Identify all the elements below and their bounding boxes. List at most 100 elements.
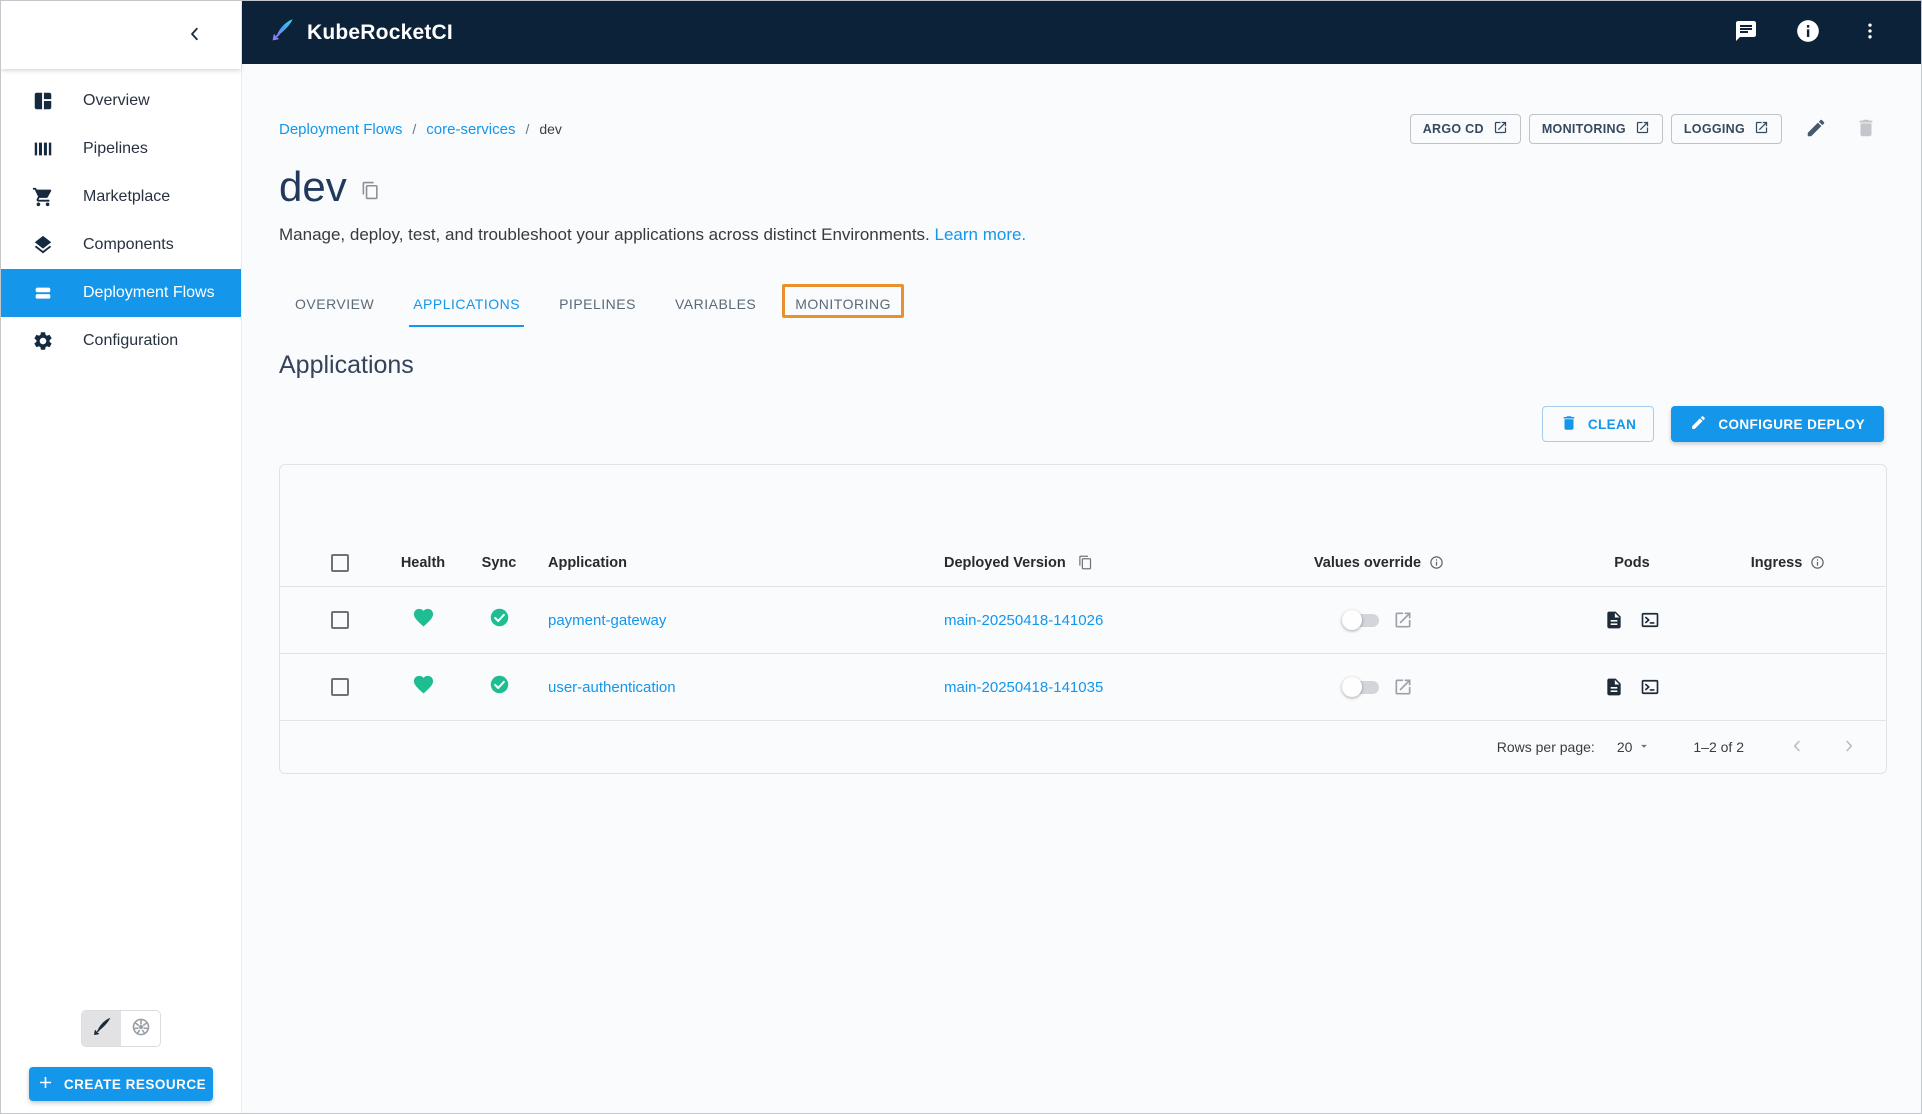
health-cell — [384, 673, 462, 701]
main-content: Deployment Flows / core-services / dev A… — [242, 64, 1921, 1113]
page-description: Manage, deploy, test, and troubleshoot y… — [279, 225, 1884, 245]
overflow-menu-button[interactable] — [1853, 16, 1887, 50]
chevron-left-icon — [1788, 737, 1806, 758]
tab-pipelines[interactable]: PIPELINES — [555, 281, 640, 327]
deployed-version-link[interactable]: main-20250418-141035 — [944, 679, 1103, 696]
tab-applications[interactable]: APPLICATIONS — [409, 281, 524, 327]
sidebar-item-components[interactable]: Components — [1, 221, 241, 269]
chat-icon — [1734, 19, 1758, 46]
tab-monitoring[interactable]: MONITORING — [791, 281, 895, 327]
chevron-right-icon — [1840, 737, 1858, 758]
sidebar-footer: CREATE RESOURCE — [1, 1010, 241, 1101]
application-link[interactable]: user-authentication — [548, 679, 676, 696]
feedback-button[interactable] — [1729, 16, 1763, 50]
table-toolbar — [280, 465, 1886, 539]
info-button[interactable] — [1791, 16, 1825, 50]
sidebar-collapse-button[interactable] — [181, 21, 209, 49]
sync-synced-icon — [489, 674, 510, 700]
brand-title: KubeRocketCI — [307, 21, 453, 45]
tab-label: MONITORING — [795, 296, 891, 312]
copy-versions-button[interactable] — [1074, 551, 1097, 574]
tab-variables[interactable]: VARIABLES — [671, 281, 760, 327]
sidebar: Overview Pipelines Marketplace Component… — [1, 1, 242, 1113]
tab-label: OVERVIEW — [295, 296, 374, 312]
deployed-version-link[interactable]: main-20250418-141026 — [944, 612, 1103, 629]
sidebar-item-configuration[interactable]: Configuration — [1, 317, 241, 365]
sidebar-item-pipelines[interactable]: Pipelines — [1, 125, 241, 173]
breadcrumb-core-services[interactable]: core-services — [426, 121, 515, 138]
trash-icon — [1855, 117, 1877, 142]
col-values-override-label: Values override — [1314, 555, 1421, 571]
flows-icon — [31, 281, 55, 305]
caret-down-icon — [1637, 739, 1651, 756]
gear-icon — [31, 329, 55, 353]
configure-deploy-button[interactable]: CONFIGURE DEPLOY — [1671, 406, 1884, 442]
open-values-button[interactable] — [1389, 673, 1417, 701]
rows-per-page-select[interactable]: 20 — [1617, 739, 1652, 756]
breadcrumb-current: dev — [539, 121, 562, 137]
pencil-icon — [1690, 414, 1707, 434]
sidebar-item-deployment-flows[interactable]: Deployment Flows — [1, 269, 241, 317]
sync-cell — [462, 674, 536, 700]
delete-environment-button[interactable] — [1848, 111, 1884, 147]
monitoring-link-label: MONITORING — [1542, 122, 1626, 136]
previous-page-button[interactable] — [1782, 731, 1812, 764]
breadcrumb-deployment-flows[interactable]: Deployment Flows — [279, 121, 402, 138]
brand: KubeRocketCI — [269, 17, 453, 49]
quill-rocket-icon — [91, 1016, 113, 1041]
applications-table-card: Health Sync Application Deployed Version… — [279, 464, 1887, 774]
values-override-toggle[interactable] — [1342, 610, 1381, 630]
logging-link-button[interactable]: LOGGING — [1671, 114, 1782, 144]
clean-button[interactable]: CLEAN — [1542, 406, 1655, 442]
open-in-new-icon — [1493, 120, 1508, 138]
sidebar-item-label: Components — [83, 236, 174, 254]
breadcrumb: Deployment Flows / core-services / dev — [279, 121, 562, 138]
sync-cell — [462, 607, 536, 633]
table-row: payment-gateway main-20250418-141026 — [280, 587, 1886, 654]
kubernetes-style-button[interactable] — [121, 1011, 160, 1046]
table-header-row: Health Sync Application Deployed Version… — [280, 539, 1886, 587]
open-values-button[interactable] — [1389, 606, 1417, 634]
edit-environment-button[interactable] — [1798, 111, 1834, 147]
applications-actions: CLEAN CONFIGURE DEPLOY — [279, 406, 1884, 442]
row-checkbox[interactable] — [331, 678, 349, 696]
more-vert-icon — [1860, 21, 1880, 44]
kuberocketci-app: Overview Pipelines Marketplace Component… — [0, 0, 1922, 1114]
layers-icon — [31, 233, 55, 257]
values-override-toggle[interactable] — [1342, 677, 1381, 697]
rocket-style-button[interactable] — [82, 1011, 121, 1046]
pod-logs-button[interactable] — [1600, 673, 1628, 701]
application-link[interactable]: payment-gateway — [548, 612, 666, 629]
create-resource-button[interactable]: CREATE RESOURCE — [29, 1067, 213, 1101]
learn-more-link[interactable]: Learn more. — [935, 225, 1027, 244]
topbar-actions — [1729, 16, 1887, 50]
copy-icon — [361, 181, 380, 203]
tab-overview[interactable]: OVERVIEW — [291, 281, 378, 327]
argocd-link-button[interactable]: ARGO CD — [1410, 114, 1521, 144]
col-ingress-label: Ingress — [1751, 555, 1803, 571]
monitoring-link-button[interactable]: MONITORING — [1529, 114, 1663, 144]
next-page-button[interactable] — [1834, 731, 1864, 764]
row-checkbox[interactable] — [331, 611, 349, 629]
sidebar-item-label: Pipelines — [83, 140, 148, 158]
pod-logs-button[interactable] — [1600, 606, 1628, 634]
sidebar-item-label: Configuration — [83, 332, 178, 350]
logging-link-label: LOGGING — [1684, 122, 1745, 136]
sidebar-item-marketplace[interactable]: Marketplace — [1, 173, 241, 221]
sidebar-item-label: Overview — [83, 92, 150, 110]
select-all-checkbox[interactable] — [331, 554, 349, 572]
sidebar-item-overview[interactable]: Overview — [1, 77, 241, 125]
sidebar-header — [1, 1, 241, 69]
col-deployed-version-label: Deployed Version — [944, 555, 1066, 571]
applications-section-title: Applications — [279, 351, 1884, 380]
trash-icon — [1560, 414, 1578, 435]
values-override-cell — [1214, 673, 1544, 701]
pod-terminal-button[interactable] — [1636, 673, 1664, 701]
top-app-bar: KubeRocketCI — [242, 1, 1921, 64]
sidebar-item-label: Marketplace — [83, 188, 170, 206]
pod-terminal-button[interactable] — [1636, 606, 1664, 634]
rocket-logo-icon — [269, 17, 296, 49]
copy-title-button[interactable] — [361, 181, 380, 203]
info-outline-icon — [1810, 555, 1825, 570]
info-icon — [1795, 18, 1821, 47]
